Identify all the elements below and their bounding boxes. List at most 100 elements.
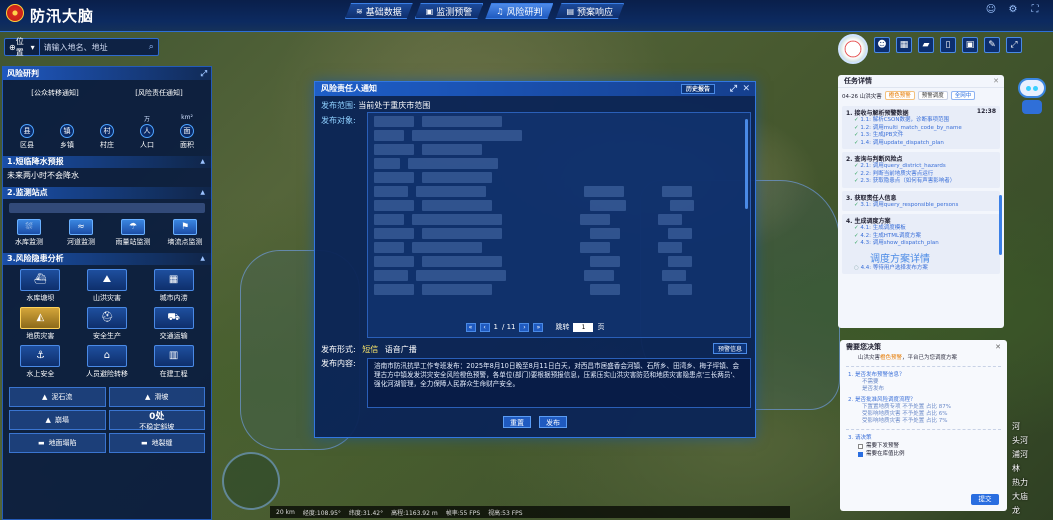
prev-page-button[interactable]: ‹ xyxy=(479,322,490,332)
opt-ground-subsidence[interactable]: ▬ 地面塌陷 xyxy=(9,433,106,453)
reservoir-icon: ⛴ xyxy=(20,269,61,291)
task-step[interactable]: 4. 生成调度方案 4.1: 生成调度模板 4.2: 生成HTML调度方案 4.… xyxy=(842,214,1000,274)
expand-icon[interactable]: ⤢ xyxy=(1006,37,1022,53)
table-row xyxy=(374,144,744,155)
station-river[interactable]: ≈ 河道监测 xyxy=(59,219,103,247)
risk-flash-flood[interactable]: ⛰ 山洪灾害 xyxy=(76,269,139,303)
q3-option[interactable]: 需要在库值比例 xyxy=(840,450,1007,458)
close-icon[interactable]: ✕ xyxy=(995,340,1001,354)
location-icon: ⊕ xyxy=(9,42,16,52)
publish-button[interactable]: 发布 xyxy=(539,416,567,428)
stat-town: 镇乡镇 xyxy=(50,114,84,150)
risk-urban-flood[interactable]: ▦ 城市内涝 xyxy=(142,269,205,303)
search-input[interactable] xyxy=(39,42,145,52)
tab-risk-analysis[interactable]: ♫ 风险研判 xyxy=(485,3,553,19)
q1-option[interactable]: 是否发布 xyxy=(840,386,1007,393)
opt-unstable-slope[interactable]: 0处 不稳定斜坡 xyxy=(108,410,205,431)
risk-reservoir[interactable]: ⛴ 水库塘坝 xyxy=(9,269,72,303)
opt-landslide[interactable]: ▲ 滑坡 xyxy=(108,387,205,407)
divider xyxy=(846,366,1001,367)
broadcast-option[interactable]: 语音广播 xyxy=(385,345,417,354)
task-step[interactable]: 1. 接收与解析预警数据12:38 1.1: 解析CSON数据，诊断事项范围 1… xyxy=(842,106,1000,149)
jump-page-input[interactable]: 1 xyxy=(573,322,594,332)
qr-icon[interactable]: ▦ xyxy=(896,37,912,53)
reset-button[interactable]: 重置 xyxy=(503,416,531,428)
risk-evacuation[interactable]: ⌂ 人员避险转移 xyxy=(76,345,139,379)
city-icon: ▦ xyxy=(153,269,194,291)
risk-geological[interactable]: ◭ 地质灾害 xyxy=(9,307,72,341)
sms-option[interactable]: 短信 xyxy=(362,345,378,354)
location-dropdown[interactable]: ⊕ 位置 ▾ xyxy=(5,37,40,57)
station-rain[interactable]: ☂ 雨量站监测 xyxy=(111,219,155,247)
expand-icon[interactable]: ⤢ xyxy=(730,82,737,96)
opt-ground-fissure[interactable]: ▬ 地裂缝 xyxy=(108,433,205,453)
settings-icon[interactable]: ⚙ xyxy=(1007,4,1019,16)
map-compass[interactable] xyxy=(222,452,280,510)
close-icon[interactable]: ✕ xyxy=(742,82,750,96)
longitude: 经度:108.95° xyxy=(302,509,341,517)
robot-assistant-icon[interactable] xyxy=(1016,78,1048,118)
person-icon[interactable]: ☻ xyxy=(874,37,890,53)
checkbox-checked[interactable] xyxy=(858,451,863,457)
close-icon[interactable]: ✕ xyxy=(993,75,999,88)
subsidence-icon: ▬ xyxy=(37,439,45,447)
q3-option[interactable]: 需要下发预警 xyxy=(840,442,1007,450)
edit-icon[interactable]: ✎ xyxy=(984,37,1000,53)
q2-option[interactable]: 受影响地质灾害 不予处置 占比 7% xyxy=(840,418,1007,425)
opt-debris-flow[interactable]: ▲ 泥石流 xyxy=(9,387,106,407)
station-flow[interactable]: ⚑ 墒流点监测 xyxy=(163,219,207,247)
risk-safety[interactable]: ⛑ 安全生产 xyxy=(76,307,139,341)
decision-intro: 山洪灾害橙色预警，平台已为您调度方案 xyxy=(858,355,958,361)
fullscreen-icon[interactable]: ⛶ xyxy=(1029,4,1041,16)
briefcase-icon[interactable]: ▣ xyxy=(962,37,978,53)
subtab-risk-responsible[interactable]: [风险责任通知] xyxy=(135,88,182,98)
release-content-textarea[interactable]: 涪南市防汛抗旱工作专班发布：2025年8月10日晚至8月11日白天，对西昌市居盛… xyxy=(367,358,751,408)
population-icon: 人 xyxy=(140,124,154,138)
task-step[interactable]: 3. 获取责任人信息 3.1: 调用query_responsible_pers… xyxy=(842,190,1000,211)
tab-plan-response[interactable]: ▤ 预案响应 xyxy=(555,3,624,19)
risk-traffic[interactable]: ⛟ 交通运输 xyxy=(142,307,205,341)
debris-flow-icon: ▲ xyxy=(42,393,48,401)
checkbox[interactable] xyxy=(858,443,863,449)
risk-notice-modal: 风险责任人通知 历史报告 ⤢ ✕ 发布范围: 当前处于重庆市范围 发布对象: «… xyxy=(314,81,756,438)
last-page-button[interactable]: » xyxy=(533,322,544,332)
tab-monitoring[interactable]: ▣ 监测预警 xyxy=(415,3,484,19)
opt-collapse[interactable]: ▲ 崩塌 xyxy=(9,410,106,430)
mountain-flood-icon: ⛰ xyxy=(86,269,127,291)
subtab-public-transfer[interactable]: [公众转移通知] xyxy=(31,88,78,98)
expand-icon[interactable]: ⤢ xyxy=(201,67,207,80)
section-risk-analysis[interactable]: 3.风险隐患分析 ▲ xyxy=(3,253,211,265)
search-icon[interactable]: ⌕ xyxy=(145,42,158,52)
table-row xyxy=(374,228,744,239)
history-report-button[interactable]: 历史报告 xyxy=(680,84,715,94)
pagination: « ‹ 1 / 11 › » 跳转 1 页 xyxy=(315,322,755,332)
collapse-icon: ▲ xyxy=(200,255,205,262)
task-step[interactable]: 2. 查询与判断风险点 2.1: 调用query_district_hazard… xyxy=(842,152,1000,188)
landslide-icon: ▲ xyxy=(145,393,151,401)
task-scrollbar[interactable] xyxy=(999,195,1002,255)
task-detail-panel: 任务详情 ✕ 04-26 山洪灾害 橙色预警 预警调度 全网中 1. 接收与解析预… xyxy=(838,75,1004,328)
warning-info-button[interactable]: 预警信息 xyxy=(712,343,747,354)
table-scrollbar[interactable] xyxy=(745,119,748,209)
page-total: / 11 xyxy=(501,323,516,331)
ai-assistant-icon[interactable] xyxy=(838,34,868,64)
risk-construction[interactable]: ▥ 在建工程 xyxy=(142,345,205,379)
section-stations[interactable]: 2.监测站点 ▲ xyxy=(3,187,211,199)
q2-option[interactable]: 受影响地质灾害 不予处置 占比 6% xyxy=(840,411,1007,418)
tab-basic-data[interactable]: ≋ 基础数据 xyxy=(345,3,413,19)
user-icon[interactable]: ☺ xyxy=(985,4,997,16)
station-reservoir[interactable]: ⛆ 水库监测 xyxy=(7,219,51,247)
q1-option[interactable]: 不需要 xyxy=(840,379,1007,386)
section-rain-forecast[interactable]: 1.短临降水预报 ▲ xyxy=(3,156,211,168)
risk-water[interactable]: ⚓ 水上安全 xyxy=(9,345,72,379)
monitor-icon: ▣ xyxy=(425,6,434,16)
panel-subtabs: [公众转移通知] [风险责任通知] xyxy=(3,88,211,98)
submit-button[interactable]: 提交 xyxy=(971,494,999,505)
q2-option[interactable]: 下置置地质专项 不予处置 占比 87% xyxy=(840,404,1007,411)
dispatch-plan-link[interactable]: 调度方案详情 xyxy=(870,250,996,265)
camera-icon[interactable]: ▰ xyxy=(918,37,934,53)
elevation: 高程:1163.92 m xyxy=(391,509,438,517)
phone-icon[interactable]: ▯ xyxy=(940,37,956,53)
next-page-button[interactable]: › xyxy=(519,322,530,332)
first-page-button[interactable]: « xyxy=(465,322,476,332)
